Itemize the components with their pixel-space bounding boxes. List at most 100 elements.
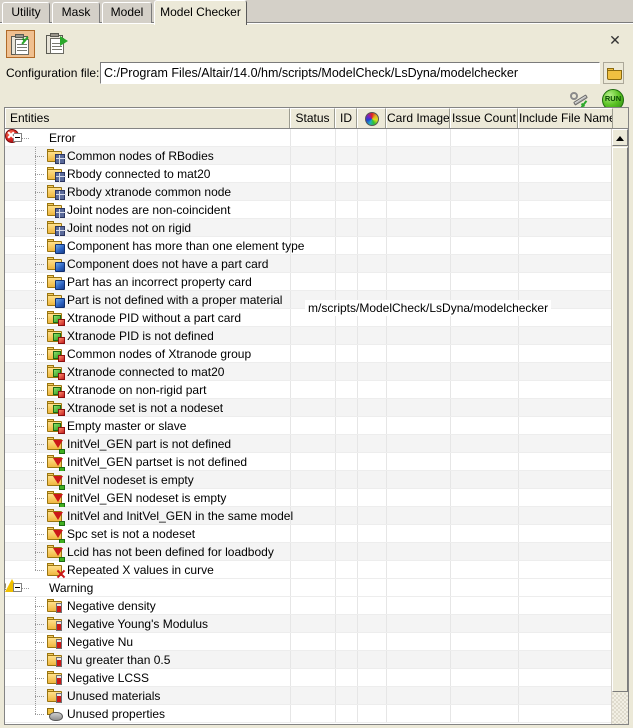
path-tooltip: m/scripts/ModelCheck/LsDyna/modelchecker — [305, 300, 552, 316]
tree-item-row[interactable]: Xtranode on non-rigid part — [5, 381, 611, 399]
column-divider — [335, 525, 336, 542]
column-divider — [386, 543, 387, 560]
tree-group-row[interactable]: Error — [5, 129, 611, 147]
column-divider — [518, 273, 519, 290]
tree-line-horizontal — [35, 696, 44, 697]
folder-component-icon — [47, 257, 65, 272]
folder-component-icon — [47, 275, 65, 290]
tree-item-row[interactable]: InitVel_GEN partset is not defined — [5, 453, 611, 472]
column-divider — [290, 687, 291, 704]
tree-item-row[interactable]: Rbody xtranode common node — [5, 183, 611, 201]
collapse-toggle[interactable] — [13, 583, 22, 592]
tree-item-row[interactable]: Lcid has not been defined for loadbody — [5, 543, 611, 562]
tree-item-label: Negative density — [67, 599, 156, 613]
column-divider — [335, 363, 336, 380]
tree-group-label: Warning — [49, 581, 94, 595]
tree-item-row[interactable]: Empty master or slave — [5, 417, 611, 435]
vertical-scrollbar[interactable] — [611, 129, 628, 724]
tree-line-horizontal — [35, 354, 44, 355]
tab-model[interactable]: Model — [102, 2, 152, 23]
tree-item-row[interactable]: Rbody connected to mat20 — [5, 165, 611, 183]
collapse-toggle[interactable] — [13, 133, 22, 142]
tree-item-row[interactable]: Negative Nu — [5, 633, 611, 651]
column-header-status[interactable]: Status — [290, 108, 335, 128]
column-header-entities[interactable]: Entities — [5, 108, 290, 128]
tab-mask[interactable]: Mask — [52, 2, 100, 23]
tree-item-row[interactable]: InitVel nodeset is empty — [5, 471, 611, 490]
column-divider — [386, 507, 387, 524]
tree-item-row[interactable]: Negative density — [5, 597, 611, 615]
folder-initvel-icon — [47, 527, 65, 544]
tree-item-label: Spc set is not a nodeset — [67, 527, 196, 541]
tree-item-label: Xtranode connected to mat20 — [67, 365, 225, 379]
column-divider — [357, 219, 358, 236]
column-divider — [518, 183, 519, 200]
tree-item-row[interactable]: InitVel_GEN nodeset is empty — [5, 489, 611, 508]
folder-xtranode-icon — [47, 329, 65, 344]
column-divider — [335, 579, 336, 596]
browse-file-button[interactable] — [603, 62, 624, 84]
tab-model-checker[interactable]: Model Checker — [154, 0, 247, 25]
wrench-check-icon — [569, 90, 590, 108]
tree-item-row[interactable]: InitVel_GEN part is not defined — [5, 435, 611, 454]
tree-item-row[interactable]: Component has more than one element type — [5, 237, 611, 255]
folder-xtranode-icon — [47, 365, 65, 380]
column-divider — [518, 633, 519, 650]
tree-item-row[interactable]: Spc set is not a nodeset — [5, 525, 611, 544]
tree-item-row[interactable]: Unused materials — [5, 687, 611, 705]
column-divider — [335, 507, 336, 524]
tree-item-label: InitVel_GEN nodeset is empty — [67, 491, 227, 505]
tree-item-row[interactable]: Repeated X values in curve — [5, 561, 611, 579]
tree-item-row[interactable]: Unused properties — [5, 705, 611, 723]
close-icon[interactable]: ✕ — [607, 32, 623, 48]
tree-line-horizontal — [35, 192, 44, 193]
property-icon — [47, 708, 64, 721]
scrollbar-thumb[interactable] — [612, 147, 628, 692]
scrollbar-track[interactable] — [612, 693, 628, 724]
column-divider — [450, 543, 451, 560]
column-divider — [335, 471, 336, 488]
tree-item-row[interactable]: Xtranode connected to mat20 — [5, 363, 611, 381]
tree-item-row[interactable]: Joint nodes not on rigid — [5, 219, 611, 237]
tree-item-row[interactable]: Xtranode set is not a nodeset — [5, 399, 611, 417]
column-header-issue-count[interactable]: Issue Count — [450, 108, 518, 128]
tree-group-row[interactable]: Warning — [5, 579, 611, 597]
column-divider — [357, 435, 358, 452]
column-divider — [335, 147, 336, 164]
tab-utility[interactable]: Utility — [2, 2, 50, 23]
column-divider — [357, 345, 358, 362]
column-divider — [518, 669, 519, 686]
tree-group-label: Error — [49, 131, 76, 145]
tree-item-row[interactable]: Nu greater than 0.5 — [5, 651, 611, 669]
column-divider — [386, 327, 387, 344]
tree-item-row[interactable]: Common nodes of RBodies — [5, 147, 611, 165]
column-header-color[interactable] — [357, 108, 386, 128]
tree-item-row[interactable]: Xtranode PID is not defined — [5, 327, 611, 345]
column-divider — [335, 597, 336, 614]
tree-item-row[interactable]: Joint nodes are non-coincident — [5, 201, 611, 219]
tree-item-row[interactable]: Part has an incorrect property card — [5, 273, 611, 291]
column-header-card-image[interactable]: Card Image — [386, 108, 450, 128]
column-divider — [290, 435, 291, 452]
column-divider — [518, 237, 519, 254]
tree-item-row[interactable]: InitVel and InitVel_GEN in the same mode… — [5, 507, 611, 526]
column-header-id[interactable]: ID — [335, 108, 357, 128]
column-header-include-file-name[interactable]: Include File Name — [518, 108, 613, 128]
run-check-button[interactable] — [6, 30, 35, 58]
column-divider — [290, 669, 291, 686]
column-divider — [357, 597, 358, 614]
grid-body[interactable]: Error Common nodes of RBodies Rbody connec… — [5, 129, 611, 724]
column-divider — [518, 453, 519, 470]
column-divider — [518, 147, 519, 164]
column-divider — [290, 705, 291, 722]
column-divider — [335, 183, 336, 200]
export-results-button[interactable] — [42, 30, 71, 58]
tree-item-row[interactable]: Negative LCSS — [5, 669, 611, 687]
tree-line-horizontal — [35, 714, 44, 715]
scroll-up-button[interactable] — [612, 129, 628, 146]
column-divider — [450, 129, 451, 146]
tree-item-row[interactable]: Negative Young's Modulus — [5, 615, 611, 633]
tree-item-row[interactable]: Component does not have a part card — [5, 255, 611, 273]
tree-item-row[interactable]: Common nodes of Xtranode group — [5, 345, 611, 363]
configuration-file-input[interactable] — [100, 62, 600, 84]
